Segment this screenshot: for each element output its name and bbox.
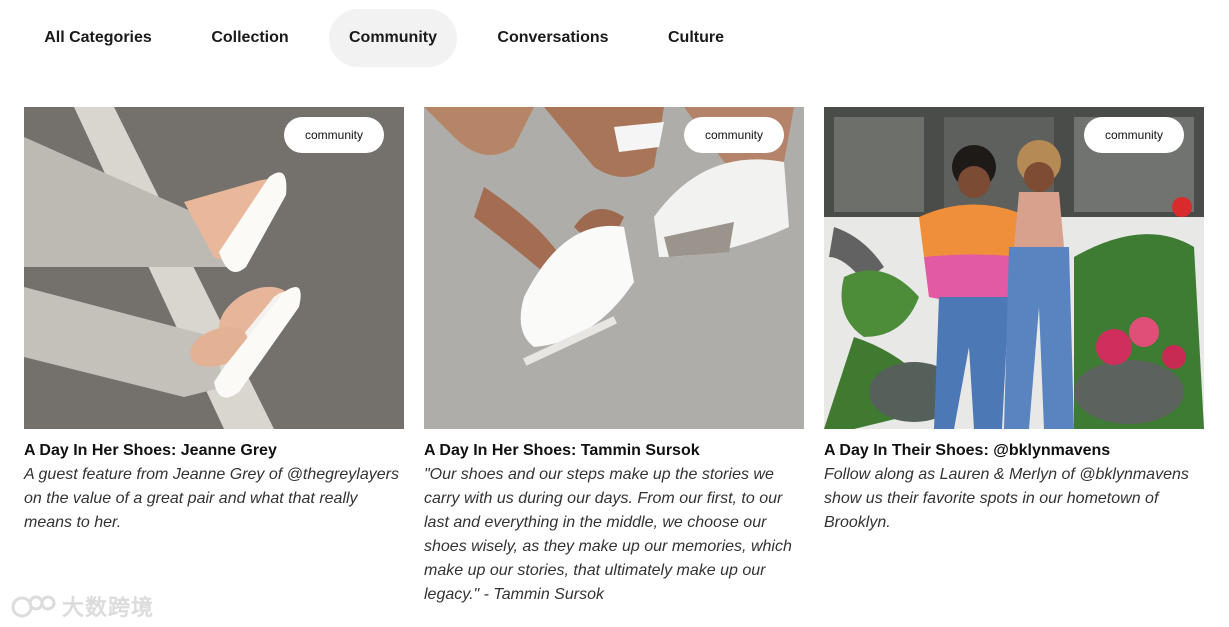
article-description: Follow along as Lauren & Merlyn of @bkly… [824,466,1189,531]
article-image[interactable]: community [824,107,1204,429]
tab-community[interactable]: Community [329,9,457,67]
article-description: "Our shoes and our steps make up the sto… [424,466,792,603]
tab-all-categories[interactable]: All Categories [24,9,172,67]
article-image[interactable]: community [24,107,404,429]
tab-conversations[interactable]: Conversations [478,9,628,67]
article-image[interactable]: community [424,107,804,429]
category-badge: community [1084,117,1184,153]
article-card: community A Day In Their Shoes: @bklynma… [824,107,1204,535]
watermark-logo-icon [11,595,56,618]
article-title[interactable]: A Day In Her Shoes: Jeanne Grey [24,441,404,461]
category-badge: community [284,117,384,153]
tab-culture[interactable]: Culture [648,9,744,67]
tab-collection[interactable]: Collection [192,9,308,67]
two-women-storefront-photo [824,107,1204,429]
article-card: community A Day In Her Shoes: Tammin Sur… [424,107,804,607]
tying-sneaker-photo [424,107,804,429]
watermark-text: 大数跨境 [62,595,155,620]
article-title[interactable]: A Day In Their Shoes: @bklynmavens [824,441,1204,461]
category-badge: community [684,117,784,153]
article-title[interactable]: A Day In Her Shoes: Tammin Sursok [424,441,804,461]
watermark: 大数跨境 [10,593,155,620]
article-card: community A Day In Her Shoes: Jeanne Gre… [24,107,404,535]
article-description: A guest feature from Jeanne Grey of @the… [24,466,399,531]
sneakers-on-street-photo [24,107,404,429]
category-tabs: All Categories Collection Community Conv… [0,9,1229,67]
